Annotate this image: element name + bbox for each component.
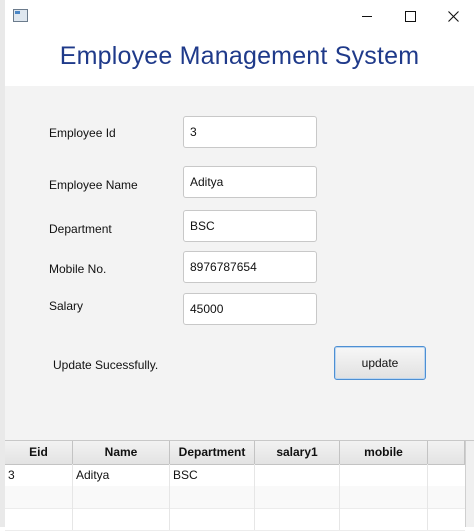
department-field[interactable] <box>183 210 317 242</box>
employee-name-label: Employee Name <box>49 178 138 192</box>
close-button[interactable] <box>430 0 474 32</box>
empty-cell <box>340 486 428 508</box>
salary-label: Salary <box>49 299 84 313</box>
title-bar[interactable] <box>5 0 474 32</box>
maximize-button[interactable] <box>387 0 433 32</box>
table-row-empty <box>5 486 465 509</box>
table-header: Eid Name Department salary1 mobile <box>5 441 465 465</box>
table-scroll-strip <box>465 441 474 527</box>
salary-field[interactable] <box>183 293 317 325</box>
empty-cell <box>73 486 170 508</box>
column-header-mobile[interactable]: mobile <box>340 441 428 464</box>
empty-cell <box>170 486 255 508</box>
cell-salary <box>255 464 340 486</box>
column-header-salary[interactable]: salary1 <box>255 441 340 464</box>
minimize-icon <box>362 15 372 17</box>
cell-mobile <box>340 464 428 486</box>
cell-eid: 3 <box>5 464 73 486</box>
header: Employee Management System <box>5 32 474 86</box>
maximize-icon <box>404 10 416 22</box>
empty-cell <box>5 486 73 508</box>
empty-cell <box>255 486 340 508</box>
page-title: Employee Management System <box>59 42 420 70</box>
update-button[interactable]: update <box>334 346 426 380</box>
employee-table[interactable]: Eid Name Department salary1 mobile 3 Adi… <box>5 440 474 531</box>
close-icon <box>447 10 459 22</box>
employee-id-field[interactable] <box>183 116 317 148</box>
department-label: Department <box>49 222 112 236</box>
minimize-button[interactable] <box>344 0 390 32</box>
status-message: Update Sucessfully. <box>53 358 159 372</box>
employee-id-label: Employee Id <box>49 126 116 140</box>
employee-form: Employee Id Employee Name Department Mob… <box>5 86 474 440</box>
column-header-eid[interactable]: Eid <box>5 441 73 464</box>
mobile-label: Mobile No. <box>49 262 107 276</box>
employee-name-field[interactable] <box>183 166 317 198</box>
cell-department: BSC <box>170 464 255 486</box>
mobile-field[interactable] <box>183 251 317 283</box>
table-row[interactable]: 3 Aditya BSC <box>5 464 465 487</box>
cell-name: Aditya <box>73 464 170 486</box>
table-row-empty <box>5 508 465 531</box>
app-icon <box>13 9 28 22</box>
column-header-department[interactable]: Department <box>170 441 255 464</box>
column-header-name[interactable]: Name <box>73 441 170 464</box>
column-header-filler <box>428 441 465 464</box>
